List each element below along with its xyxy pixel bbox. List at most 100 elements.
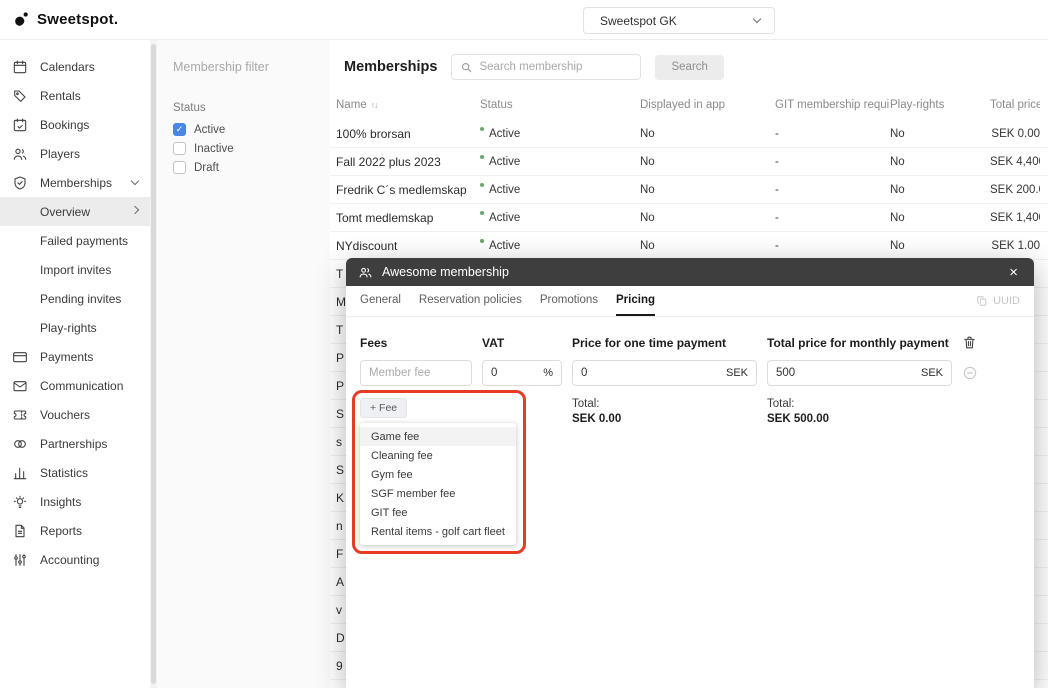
sidebar-item-insights[interactable]: Insights <box>0 487 150 516</box>
checkbox-label: Active <box>194 124 225 136</box>
modal-tabs: General Reservation policies Promotions … <box>346 286 1034 317</box>
shield-check-icon <box>12 175 28 191</box>
club-selector-dropdown[interactable]: Sweetspot GK <box>583 7 775 34</box>
tab-promotions[interactable]: Promotions <box>540 286 598 316</box>
sidebar-item-failed-payments[interactable]: Failed payments <box>0 226 150 255</box>
fee-option-sgf-member-fee[interactable]: SGF member fee <box>360 484 516 503</box>
member-fee-input[interactable] <box>369 367 463 379</box>
membership-table-row[interactable]: Fredrik C´s medlemskap Active No - No SE… <box>330 176 1048 204</box>
membership-table-row[interactable]: 100% brorsan Active No - No SEK 0.00 <box>330 120 1048 148</box>
membership-name: NYdiscount <box>336 239 480 253</box>
membership-name: 100% brorsan <box>336 127 480 141</box>
bar-chart-icon <box>12 465 28 481</box>
tab-reservation-policies[interactable]: Reservation policies <box>419 286 522 316</box>
filter-checkbox-draft[interactable]: ✓ Draft <box>157 158 330 177</box>
fee-option-rental-items-golf-cart-fleet[interactable]: Rental items - golf cart fleet <box>360 522 516 541</box>
monthly-price-field[interactable]: SEK <box>767 360 952 386</box>
filter-checkbox-active[interactable]: ✓ Active <box>157 120 330 139</box>
sidebar-item-label: Statistics <box>40 466 88 480</box>
sidebar-item-label: Accounting <box>40 553 99 567</box>
one-time-price-input[interactable] <box>581 367 722 379</box>
fee-option-git-fee[interactable]: GIT fee <box>360 503 516 522</box>
sidebar-item-payments[interactable]: Payments <box>0 342 150 371</box>
membership-total-price: SEK 0.00 <box>990 128 1040 140</box>
sidebar-item-rentals[interactable]: Rentals <box>0 81 150 110</box>
filter-checkbox-inactive[interactable]: ✓ Inactive <box>157 139 330 158</box>
vat-column-header: VAT <box>482 336 562 350</box>
sidebar-item-label: Players <box>40 147 80 161</box>
sidebar-item-label: Calendars <box>40 60 95 74</box>
search-button[interactable]: Search <box>655 55 723 80</box>
remove-row-button[interactable] <box>962 365 1020 381</box>
sidebar-item-pending-invites[interactable]: Pending invites <box>0 284 150 313</box>
tab-general[interactable]: General <box>360 286 401 316</box>
checkbox-unchecked-icon: ✓ <box>173 142 186 155</box>
membership-table-row[interactable]: Tomt medlemskap Active No - No SEK 1,400… <box>330 204 1048 232</box>
membership-total-price: SEK 1.00 <box>990 240 1040 252</box>
membership-displayed-in-app: No <box>640 156 775 168</box>
close-icon[interactable]: × <box>1005 263 1022 282</box>
table-header: Name↑↓ Status Displayed in app GIT membe… <box>330 90 1048 120</box>
calendar-check-icon <box>12 117 28 133</box>
sidebar-item-players[interactable]: Players <box>0 139 150 168</box>
fee-option-game-fee[interactable]: Game fee <box>360 427 516 446</box>
credit-card-icon <box>12 349 28 365</box>
sidebar-item-vouchers[interactable]: Vouchers <box>0 400 150 429</box>
sidebar-item-memberships[interactable]: Memberships <box>0 168 150 197</box>
membership-table-row[interactable]: Fall 2022 plus 2023 Active No - No SEK 4… <box>330 148 1048 176</box>
column-header-displayed: Displayed in app <box>640 99 775 111</box>
document-icon <box>12 523 28 539</box>
membership-displayed-in-app: No <box>640 184 775 196</box>
fee-option-cleaning-fee[interactable]: Cleaning fee <box>360 446 516 465</box>
fee-dropdown-menu: Game feeCleaning feeGym feeSGF member fe… <box>360 423 516 545</box>
membership-status: Active <box>480 239 640 252</box>
tab-pricing[interactable]: Pricing <box>616 286 655 316</box>
status-dot <box>480 155 484 159</box>
search-input[interactable] <box>479 61 633 73</box>
column-header-name[interactable]: Name↑↓ <box>336 99 480 111</box>
sidebar-item-communication[interactable]: Communication <box>0 371 150 400</box>
total-label: Total: <box>767 398 952 410</box>
membership-table-row[interactable]: NYdiscount Active No - No SEK 1.00 <box>330 232 1048 260</box>
sidebar-item-bookings[interactable]: Bookings <box>0 110 150 139</box>
sidebar-item-overview[interactable]: Overview <box>0 197 150 226</box>
checkbox-label: Inactive <box>194 143 234 155</box>
member-fee-field[interactable] <box>360 360 472 386</box>
uuid-button[interactable]: UUID <box>976 286 1020 316</box>
one-time-price-field[interactable]: SEK <box>572 360 757 386</box>
fee-option-gym-fee[interactable]: Gym fee <box>360 465 516 484</box>
sidebar-item-accounting[interactable]: Accounting <box>0 545 150 574</box>
column-header-git: GIT membership required <box>775 99 890 111</box>
membership-total-price: SEK 200.00 <box>990 184 1040 196</box>
column-header-status: Status <box>480 99 640 111</box>
chevron-down-icon <box>131 177 139 185</box>
monthly-price-column-header: Total price for monthly payment <box>767 336 952 350</box>
sidebar-item-calendars[interactable]: Calendars <box>0 52 150 81</box>
membership-git-required: - <box>775 156 890 168</box>
vat-field[interactable]: % <box>482 360 562 386</box>
search-box[interactable] <box>451 54 641 80</box>
delete-fee-row-button[interactable] <box>962 335 1020 350</box>
fees-column-header: Fees <box>360 336 472 350</box>
search-icon <box>460 61 473 74</box>
minus-circle-icon <box>962 365 978 381</box>
tag-icon <box>12 88 28 104</box>
sidebar-item-reports[interactable]: Reports <box>0 516 150 545</box>
lightbulb-icon <box>12 494 28 510</box>
sidebar-item-label: Pending invites <box>40 292 121 306</box>
add-fee-button[interactable]: + Fee <box>360 398 407 418</box>
sidebar-item-statistics[interactable]: Statistics <box>0 458 150 487</box>
membership-git-required: - <box>775 240 890 252</box>
sidebar-item-import-invites[interactable]: Import invites <box>0 255 150 284</box>
sidebar-item-partnerships[interactable]: Partnerships <box>0 429 150 458</box>
scrollbar-thumb[interactable] <box>151 44 156 684</box>
membership-git-required: - <box>775 212 890 224</box>
total-label: Total: <box>572 398 757 410</box>
sidebar-item-play-rights[interactable]: Play-rights <box>0 313 150 342</box>
sidebar-scrollbar[interactable] <box>150 40 157 688</box>
monthly-price-input[interactable] <box>776 367 917 379</box>
brand: Sweetspot. <box>0 11 118 28</box>
membership-git-required: - <box>775 184 890 196</box>
vat-input[interactable] <box>491 367 539 379</box>
partnership-rings-icon <box>12 436 28 452</box>
